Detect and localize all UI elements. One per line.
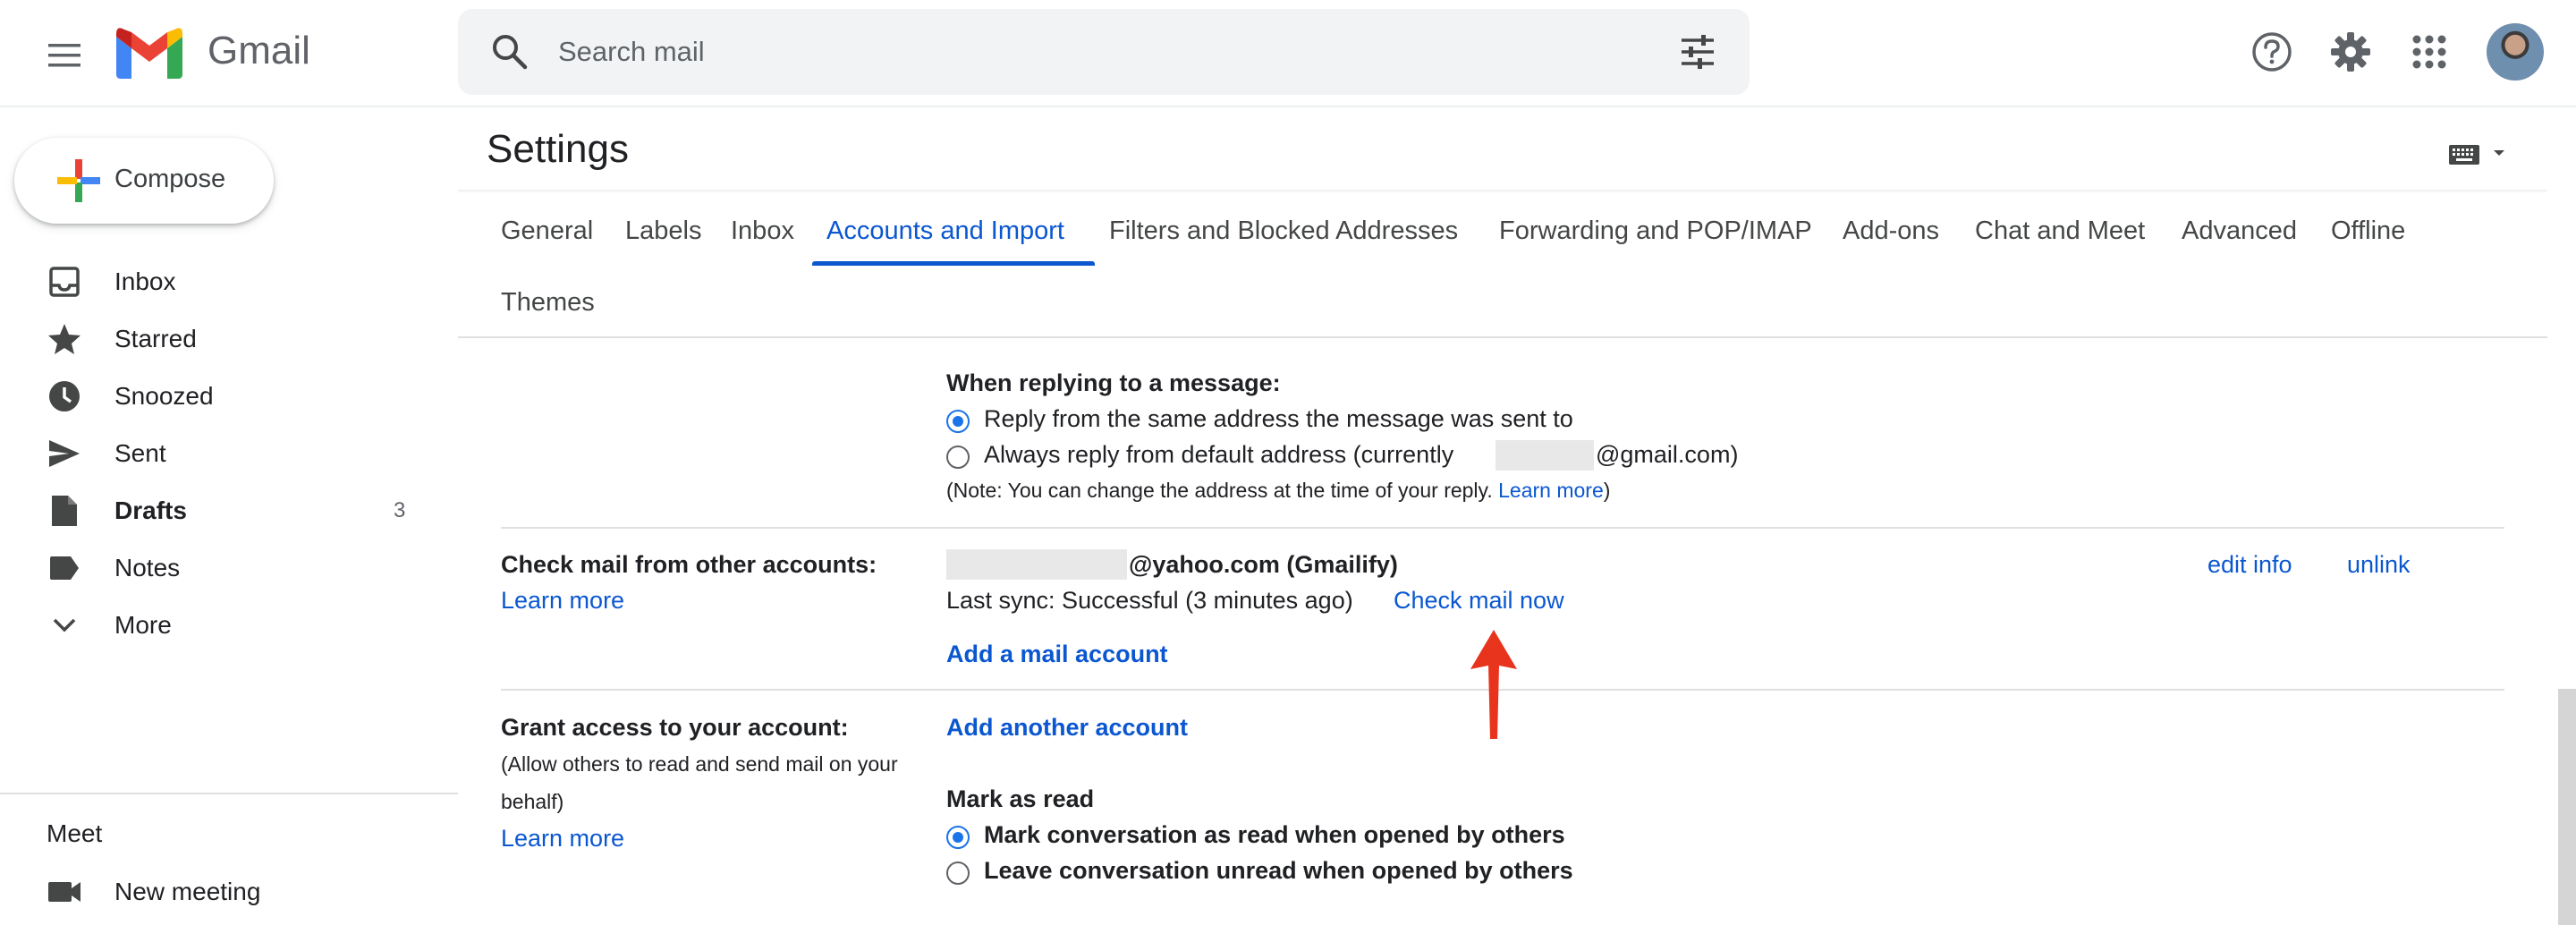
tab-themes[interactable]: Themes: [501, 288, 595, 318]
tab-forwarding[interactable]: Forwarding and POP/IMAP: [1499, 216, 1812, 246]
mark-read-radio[interactable]: [946, 826, 970, 849]
leave-unread-label[interactable]: Leave conversation unread when opened by…: [984, 857, 1573, 885]
chevron-down-icon: [47, 607, 82, 643]
gmail-logo-icon[interactable]: [116, 27, 182, 79]
unlink-link[interactable]: unlink: [2347, 551, 2411, 579]
search-bar[interactable]: [458, 9, 1750, 95]
compose-label: Compose: [114, 165, 226, 193]
label-icon: [47, 550, 82, 586]
settings-button[interactable]: [2327, 29, 2374, 75]
check-mail-now-link[interactable]: Check mail now: [1394, 587, 1564, 615]
compose-button[interactable]: Compose: [14, 138, 274, 224]
annotation-arrow-icon: [1470, 630, 1517, 739]
tab-accounts-and-import[interactable]: Accounts and Import: [826, 216, 1064, 246]
video-camera-icon: [47, 874, 82, 910]
send-icon: [47, 436, 82, 471]
mark-as-read-heading: Mark as read: [946, 785, 1095, 812]
reply-default-address-suffix: @gmail.com): [1596, 441, 1739, 468]
grant-access-label: Grant access to your account:: [501, 714, 849, 741]
sidebar-divider: [0, 793, 458, 794]
edit-info-link[interactable]: edit info: [2207, 551, 2292, 579]
draft-icon: [47, 493, 82, 529]
inbox-icon: [47, 264, 82, 300]
check-mail-learn-more-link[interactable]: Learn more: [501, 587, 624, 615]
sidebar-item-label: Drafts: [114, 496, 187, 524]
reply-note: (Note: You can change the address at the…: [946, 479, 1610, 503]
reply-default-address-radio[interactable]: [946, 446, 970, 469]
tab-advanced[interactable]: Advanced: [2182, 216, 2297, 246]
input-tools-icon[interactable]: [2447, 140, 2510, 166]
grant-access-description-line2: behalf): [501, 790, 564, 813]
plus-icon: [57, 159, 100, 202]
sidebar-item-label: New meeting: [114, 878, 261, 905]
tab-inbox[interactable]: Inbox: [731, 216, 794, 246]
reply-same-address-radio[interactable]: [946, 410, 970, 433]
tab-add-ons[interactable]: Add-ons: [1843, 216, 1939, 246]
sidebar-item-label: Notes: [114, 554, 181, 581]
leave-unread-radio[interactable]: [946, 861, 970, 885]
app-name: Gmail: [208, 29, 310, 72]
sidebar-item-more[interactable]: More: [0, 598, 447, 653]
clock-icon: [47, 378, 82, 414]
apps-grid-icon: [2412, 35, 2446, 69]
search-icon[interactable]: [490, 32, 530, 72]
grant-access-learn-more-link[interactable]: Learn more: [501, 825, 624, 853]
star-icon: [47, 321, 82, 357]
check-mail-label: Check mail from other accounts:: [501, 551, 877, 578]
sidebar-item-label: Starred: [114, 325, 197, 352]
sidebar-item-sent[interactable]: Sent: [0, 426, 447, 481]
help-button[interactable]: [2249, 29, 2295, 75]
last-sync-status: Last sync: Successful (3 minutes ago): [946, 587, 1353, 614]
drafts-count: 3: [394, 498, 406, 522]
grant-access-description-line1: (Allow others to read and send mail on y…: [501, 752, 898, 776]
reply-note-text: (Note: You can change the address at the…: [946, 479, 1493, 502]
sidebar-item-label: More: [114, 611, 172, 639]
redacted-email: [1496, 440, 1594, 471]
add-mail-account-link[interactable]: Add a mail account: [946, 641, 1168, 668]
main-menu-button[interactable]: [39, 30, 89, 81]
gear-icon: [2331, 32, 2370, 72]
account-avatar[interactable]: [2487, 23, 2544, 81]
tab-filters[interactable]: Filters and Blocked Addresses: [1109, 216, 1458, 246]
reply-heading: When replying to a message:: [946, 369, 1281, 396]
reply-note-learn-more-link[interactable]: Learn more: [1498, 479, 1604, 502]
settings-tabs: [458, 193, 2547, 338]
hamburger-icon: [48, 44, 80, 67]
page-title: Settings: [487, 127, 629, 171]
sidebar-item-snoozed[interactable]: Snoozed: [0, 369, 447, 424]
help-icon: [2252, 32, 2292, 72]
sidebar-item-label: Sent: [114, 439, 166, 467]
tab-chat-and-meet[interactable]: Chat and Meet: [1975, 216, 2145, 246]
search-input[interactable]: [558, 29, 1614, 75]
tab-labels[interactable]: Labels: [625, 216, 701, 246]
sidebar-item-notes[interactable]: Notes: [0, 540, 447, 596]
top-bar: Gmail: [0, 0, 2576, 107]
reply-default-address-label[interactable]: Always reply from default address (curre…: [984, 441, 1453, 469]
search-options-icon[interactable]: [1678, 32, 1717, 72]
sidebar-item-drafts[interactable]: Drafts 3: [0, 483, 447, 539]
add-another-account-link[interactable]: Add another account: [946, 714, 1188, 742]
page-scrollbar[interactable]: [2558, 689, 2576, 925]
sidebar-item-new-meeting[interactable]: New meeting: [0, 864, 447, 920]
sidebar-item-label: Inbox: [114, 267, 176, 295]
tab-offline[interactable]: Offline: [2331, 216, 2405, 246]
section-divider: [501, 527, 2504, 529]
tab-general[interactable]: General: [501, 216, 593, 246]
linked-account-address: @yahoo.com (Gmailify): [1129, 551, 1398, 578]
sidebar-item-starred[interactable]: Starred: [0, 311, 447, 367]
redacted-yahoo-username: [946, 549, 1127, 580]
mark-read-label[interactable]: Mark conversation as read when opened by…: [984, 821, 1565, 849]
reply-note-close: ): [1603, 479, 1611, 502]
apps-button[interactable]: [2406, 29, 2453, 75]
active-tab-indicator: [812, 261, 1095, 266]
meet-section-title: Meet: [47, 819, 103, 847]
sidebar-item-inbox[interactable]: Inbox: [0, 254, 447, 310]
reply-same-address-label[interactable]: Reply from the same address the message …: [984, 405, 1573, 433]
sidebar-item-label: Snoozed: [114, 382, 214, 410]
